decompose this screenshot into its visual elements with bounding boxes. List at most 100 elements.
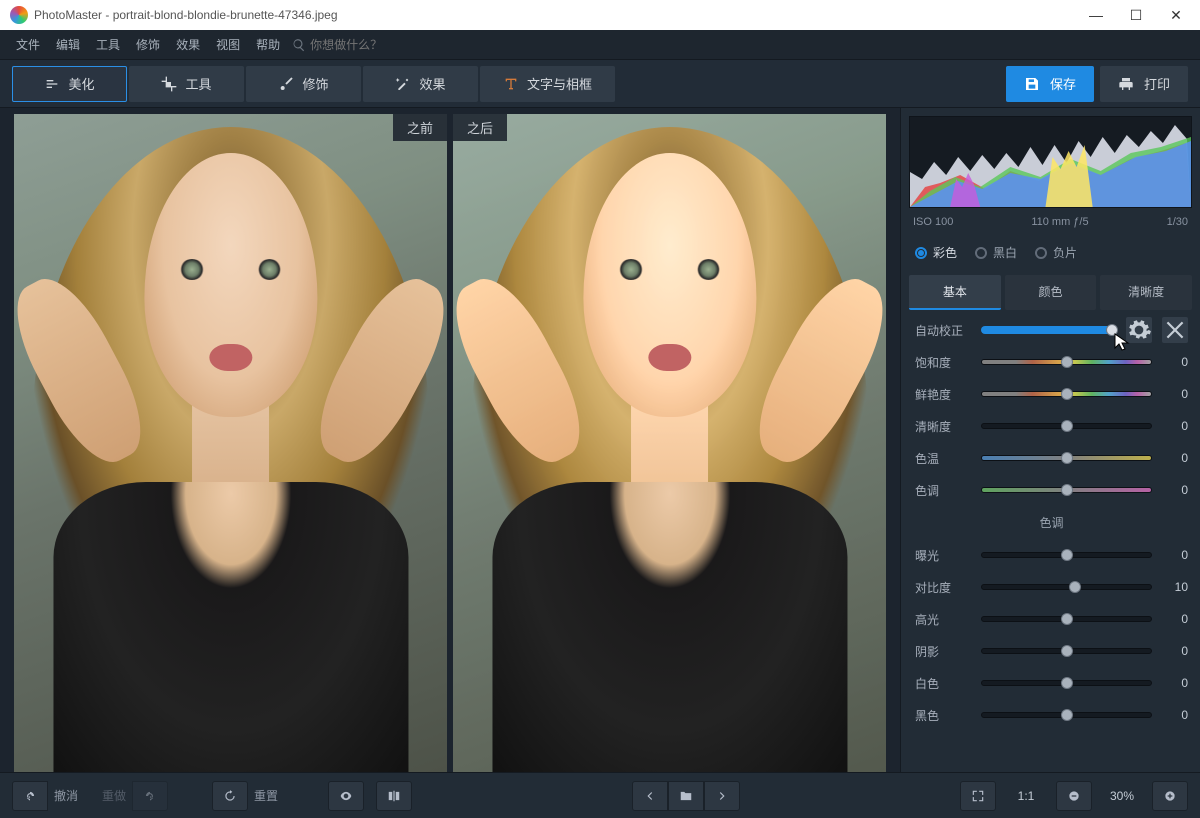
chevron-right-icon <box>715 789 729 803</box>
print-icon <box>1118 76 1134 92</box>
chevron-left-icon <box>643 789 657 803</box>
menu-search-input[interactable] <box>310 38 430 52</box>
subtab-basic[interactable]: 基本 <box>909 275 1001 310</box>
main: 之前 之后 <box>0 108 1200 772</box>
vibrance-slider[interactable] <box>981 391 1152 397</box>
menu-view[interactable]: 视图 <box>208 30 248 60</box>
tab-effects-label: 效果 <box>419 74 445 93</box>
adjust-subtabs: 基本 颜色 清晰度 <box>909 275 1192 310</box>
save-button[interactable]: 保存 <box>1006 66 1094 102</box>
contrast-slider[interactable] <box>981 584 1152 590</box>
tab-beautify[interactable]: 美化 <box>12 66 127 102</box>
temperature-slider[interactable] <box>981 455 1152 461</box>
image-metadata: ISO 100 110 mm ƒ/5 1/30 <box>901 216 1200 234</box>
menu-tools[interactable]: 工具 <box>88 30 128 60</box>
compare-view: 之前 之后 <box>0 108 900 772</box>
toolbar: 美化 工具 修饰 效果 文字与相框 保存 打印 <box>0 60 1200 108</box>
print-button[interactable]: 打印 <box>1100 66 1188 102</box>
app-logo-icon <box>10 6 28 24</box>
reset-label: 重置 <box>248 787 284 804</box>
whites-slider[interactable] <box>981 680 1152 686</box>
menu-edit[interactable]: 编辑 <box>48 30 88 60</box>
menu-file[interactable]: 文件 <box>8 30 48 60</box>
histogram[interactable] <box>909 116 1192 208</box>
folder-icon <box>679 789 693 803</box>
redo-label: 重做 <box>96 787 132 804</box>
compare-icon <box>387 789 401 803</box>
mode-color[interactable]: 彩色 <box>915 244 957 261</box>
tab-tools[interactable]: 工具 <box>129 66 244 102</box>
subtab-clarity[interactable]: 清晰度 <box>1100 275 1192 310</box>
save-label: 保存 <box>1050 74 1076 93</box>
viewer: 之前 之后 <box>0 108 900 772</box>
menu-retouch[interactable]: 修饰 <box>128 30 168 60</box>
saturation-row: 饱和度0 <box>915 352 1188 372</box>
zoom-in-button[interactable] <box>1152 781 1188 811</box>
tab-tools-label: 工具 <box>185 74 211 93</box>
mode-negative[interactable]: 负片 <box>1035 244 1077 261</box>
highlights-slider[interactable] <box>981 616 1152 622</box>
undo-button[interactable] <box>12 781 48 811</box>
crop-icon <box>161 76 177 92</box>
highlights-row: 高光0 <box>915 609 1188 629</box>
menu-help[interactable]: 帮助 <box>248 30 288 60</box>
blacks-row: 黑色0 <box>915 705 1188 725</box>
close-button[interactable]: ✕ <box>1156 0 1196 30</box>
clarity-row: 清晰度0 <box>915 416 1188 436</box>
tint-slider[interactable] <box>981 487 1152 493</box>
tab-text[interactable]: 文字与相框 <box>480 66 615 102</box>
window-title: PhotoMaster - portrait-blond-blondie-bru… <box>34 8 1076 22</box>
tone-section: 色调 <box>915 512 1188 533</box>
menu-search[interactable] <box>292 38 430 52</box>
before-image[interactable]: 之前 <box>14 114 447 772</box>
redo-icon <box>143 789 157 803</box>
gear-icon <box>1126 317 1152 343</box>
whites-row: 白色0 <box>915 673 1188 693</box>
browse-button[interactable] <box>668 781 704 811</box>
shadows-slider[interactable] <box>981 648 1152 654</box>
zoom-out-button[interactable] <box>1056 781 1092 811</box>
mode-bw[interactable]: 黑白 <box>975 244 1017 261</box>
radio-icon <box>1035 247 1047 259</box>
auto-correct-row: 自动校正 <box>915 320 1188 340</box>
vibrance-row: 鲜艳度0 <box>915 384 1188 404</box>
clarity-slider[interactable] <box>981 423 1152 429</box>
save-icon <box>1024 76 1040 92</box>
blacks-slider[interactable] <box>981 712 1152 718</box>
shadows-row: 阴影0 <box>915 641 1188 661</box>
minimize-button[interactable]: — <box>1076 0 1116 30</box>
tab-retouch-label: 修饰 <box>302 74 328 93</box>
auto-correct-label: 自动校正 <box>915 322 971 339</box>
before-label: 之前 <box>393 114 447 141</box>
reset-button[interactable] <box>212 781 248 811</box>
auto-clear-button[interactable] <box>1162 317 1188 343</box>
titlebar: PhotoMaster - portrait-blond-blondie-bru… <box>0 0 1200 30</box>
tab-beautify-label: 美化 <box>68 74 94 93</box>
tab-effects[interactable]: 效果 <box>363 66 478 102</box>
bottombar: 撤消 重做 重置 1:1 30% <box>0 772 1200 818</box>
next-image-button[interactable] <box>704 781 740 811</box>
preview-button[interactable] <box>328 781 364 811</box>
tint-row: 色调0 <box>915 480 1188 500</box>
prev-image-button[interactable] <box>632 781 668 811</box>
maximize-button[interactable]: ☐ <box>1116 0 1156 30</box>
plus-icon <box>1163 789 1177 803</box>
zoom-label[interactable]: 30% <box>1104 789 1140 803</box>
undo-label: 撤消 <box>48 787 84 804</box>
after-image[interactable]: 之后 <box>453 114 886 772</box>
radio-icon <box>915 247 927 259</box>
ratio-label[interactable]: 1:1 <box>1008 789 1044 803</box>
auto-settings-button[interactable] <box>1126 317 1152 343</box>
saturation-slider[interactable] <box>981 359 1152 365</box>
menu-effects[interactable]: 效果 <box>168 30 208 60</box>
menubar: 文件 编辑 工具 修饰 效果 视图 帮助 <box>0 30 1200 60</box>
subtab-color[interactable]: 颜色 <box>1005 275 1097 310</box>
fit-screen-button[interactable] <box>960 781 996 811</box>
redo-button[interactable] <box>132 781 168 811</box>
auto-correct-slider[interactable] <box>981 326 1116 334</box>
compare-button[interactable] <box>376 781 412 811</box>
exposure-slider[interactable] <box>981 552 1152 558</box>
reset-icon <box>223 789 237 803</box>
print-label: 打印 <box>1144 74 1170 93</box>
tab-retouch[interactable]: 修饰 <box>246 66 361 102</box>
